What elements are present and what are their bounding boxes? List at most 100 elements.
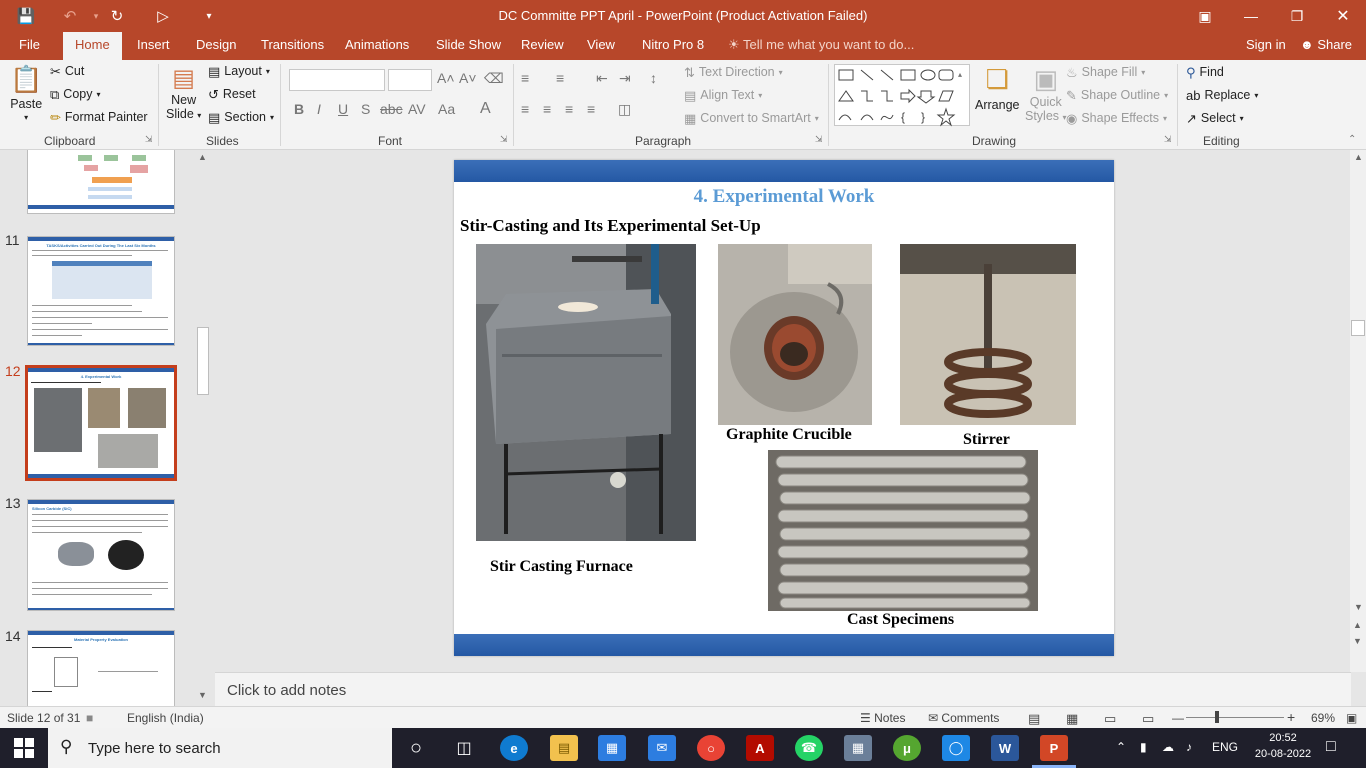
file-explorer-icon[interactable]: ▤: [550, 735, 578, 761]
text-direction-button[interactable]: ⇅ Text Direction ▾: [684, 65, 783, 79]
section-button[interactable]: ▤ Section ▾: [208, 110, 274, 124]
layout-button[interactable]: ▤ Layout ▾: [208, 64, 270, 78]
stirrer-caption[interactable]: Stirrer: [963, 431, 1010, 449]
notes-button[interactable]: ☰ Notes: [860, 711, 905, 725]
word-icon[interactable]: W: [991, 735, 1019, 761]
shape-outline-button[interactable]: ✎ Shape Outline ▾: [1066, 88, 1168, 102]
restore-button[interactable]: ❐: [1282, 4, 1312, 28]
zoom-level[interactable]: 69%: [1311, 711, 1335, 725]
spell-check-icon[interactable]: ■: [86, 711, 93, 725]
scrollbar-thumb[interactable]: [1351, 320, 1365, 336]
scroll-up-icon[interactable]: ▲: [1354, 152, 1363, 162]
scroll-down-icon[interactable]: ▼: [198, 690, 207, 700]
whatsapp-icon[interactable]: ☎: [795, 735, 823, 761]
fit-slide-icon[interactable]: ▣: [1346, 711, 1357, 725]
zoom-in-icon[interactable]: +: [1287, 709, 1295, 725]
font-size-combo[interactable]: [388, 69, 432, 91]
replace-button[interactable]: ab Replace ▾: [1186, 88, 1258, 102]
tab-slide-show[interactable]: Slide Show: [436, 32, 501, 60]
app-icon[interactable]: ◯: [942, 735, 970, 761]
select-button[interactable]: ↗ Select ▾: [1186, 111, 1244, 125]
increase-indent-icon[interactable]: ⇥: [619, 70, 631, 87]
arrange-button[interactable]: ❏ Arrange: [975, 64, 1019, 112]
paste-button[interactable]: 📋 Paste ▾: [10, 64, 42, 122]
dialog-launcher-icon[interactable]: ⇲: [815, 134, 823, 145]
scrollbar-thumb[interactable]: [197, 327, 209, 395]
reset-button[interactable]: ↺ Reset: [208, 87, 256, 101]
slide-scrollbar[interactable]: ▲ ▼ ▲ ▼: [1350, 150, 1366, 672]
slide-thumbnail-13[interactable]: Silicon Carbide (SiC): [27, 499, 175, 611]
normal-view-icon[interactable]: ▤: [1028, 711, 1040, 727]
cut-button[interactable]: ✂ Cut: [50, 64, 84, 78]
format-painter-button[interactable]: ✏ Format Painter: [50, 110, 148, 124]
previous-slide-icon[interactable]: ▲: [1353, 620, 1362, 630]
shadow-icon[interactable]: S: [361, 101, 370, 117]
slide-title[interactable]: 4. Experimental Work: [454, 186, 1114, 208]
clear-formatting-icon[interactable]: ⌫: [484, 70, 504, 87]
utorrent-icon[interactable]: μ: [893, 735, 921, 761]
underline-icon[interactable]: U: [338, 101, 348, 117]
scroll-up-icon[interactable]: ▲: [198, 152, 207, 162]
justify-icon[interactable]: ≡: [587, 101, 595, 117]
find-button[interactable]: ⚲ Find: [1186, 65, 1224, 79]
tab-design[interactable]: Design: [196, 32, 236, 60]
taskbar-search-box[interactable]: ⚲ Type here to search: [48, 728, 392, 768]
align-text-button[interactable]: ▤ Align Text ▾: [684, 88, 762, 102]
mail-icon[interactable]: ✉: [648, 735, 676, 761]
shape-fill-button[interactable]: ♨ Shape Fill ▾: [1066, 65, 1145, 79]
italic-icon[interactable]: I: [317, 101, 321, 117]
clock-time[interactable]: 20:52: [1260, 732, 1306, 744]
zoom-out-icon[interactable]: —: [1172, 711, 1184, 725]
slide-thumbnail-14[interactable]: Material Property Evaluation: [27, 630, 175, 706]
dialog-launcher-icon[interactable]: ⇲: [500, 134, 508, 145]
font-name-combo[interactable]: [289, 69, 385, 91]
windows-start-icon[interactable]: [14, 738, 34, 758]
furnace-caption[interactable]: Stir Casting Furnace: [490, 558, 633, 576]
slide-thumbnail[interactable]: [27, 150, 175, 214]
slide-canvas[interactable]: 4. Experimental Work Stir-Casting and It…: [454, 160, 1114, 656]
shape-effects-button[interactable]: ◉ Shape Effects ▾: [1066, 111, 1167, 125]
language-indicator[interactable]: English (India): [127, 711, 204, 725]
crucible-photo[interactable]: [718, 244, 872, 425]
shapes-gallery[interactable]: { }: [834, 64, 970, 127]
specimens-photo[interactable]: [768, 450, 1038, 611]
minimize-button[interactable]: —: [1236, 4, 1266, 28]
convert-smartart-button[interactable]: ▦ Convert to SmartArt ▾: [684, 111, 819, 125]
dialog-launcher-icon[interactable]: ⇲: [1164, 134, 1172, 145]
scroll-down-icon[interactable]: ▼: [1354, 602, 1363, 612]
chevron-up-icon[interactable]: ▴: [958, 70, 962, 79]
comments-button[interactable]: ✉ Comments: [928, 711, 999, 725]
volume-icon[interactable]: ♪: [1186, 740, 1192, 754]
decrease-font-icon[interactable]: A˅: [459, 70, 477, 86]
decrease-indent-icon[interactable]: ⇤: [596, 70, 608, 87]
share-button[interactable]: ☻ Share: [1300, 37, 1352, 52]
columns-icon[interactable]: ◫: [618, 101, 631, 118]
character-spacing-icon[interactable]: AV: [408, 101, 426, 117]
tab-insert[interactable]: Insert: [137, 32, 170, 60]
close-button[interactable]: ✕: [1328, 4, 1358, 28]
font-color-icon[interactable]: A: [480, 100, 491, 118]
slide-subtitle[interactable]: Stir-Casting and Its Experimental Set-Up: [460, 216, 761, 236]
crucible-caption[interactable]: Graphite Crucible: [726, 426, 852, 444]
sign-in-link[interactable]: Sign in: [1246, 37, 1286, 52]
acrobat-icon[interactable]: A: [746, 735, 774, 761]
show-hidden-icons-icon[interactable]: ⌃: [1116, 740, 1126, 754]
notes-pane[interactable]: Click to add notes: [215, 672, 1351, 706]
tab-file[interactable]: File: [19, 32, 40, 60]
network-icon[interactable]: ☁: [1162, 740, 1174, 754]
line-spacing-icon[interactable]: ↕: [650, 70, 657, 86]
tab-view[interactable]: View: [587, 32, 615, 60]
tab-review[interactable]: Review: [521, 32, 564, 60]
align-left-icon[interactable]: ≡: [521, 101, 529, 117]
new-slide-button[interactable]: ▤ New Slide ▾: [166, 64, 201, 121]
copy-button[interactable]: ⧉ Copy ▾: [50, 87, 101, 101]
edge-icon[interactable]: e: [500, 735, 528, 761]
tab-animations[interactable]: Animations: [345, 32, 409, 60]
notifications-icon[interactable]: □: [1326, 738, 1336, 756]
slide-sorter-icon[interactable]: ▦: [1066, 711, 1078, 727]
quick-styles-button[interactable]: ▣ Quick Styles ▾: [1025, 64, 1067, 123]
powerpoint-icon[interactable]: P: [1040, 735, 1068, 761]
dialog-launcher-icon[interactable]: ⇲: [145, 134, 153, 145]
tab-nitro-pro[interactable]: Nitro Pro 8: [642, 32, 704, 60]
tell-me-box[interactable]: ☀ Tell me what you want to do...: [728, 37, 914, 53]
